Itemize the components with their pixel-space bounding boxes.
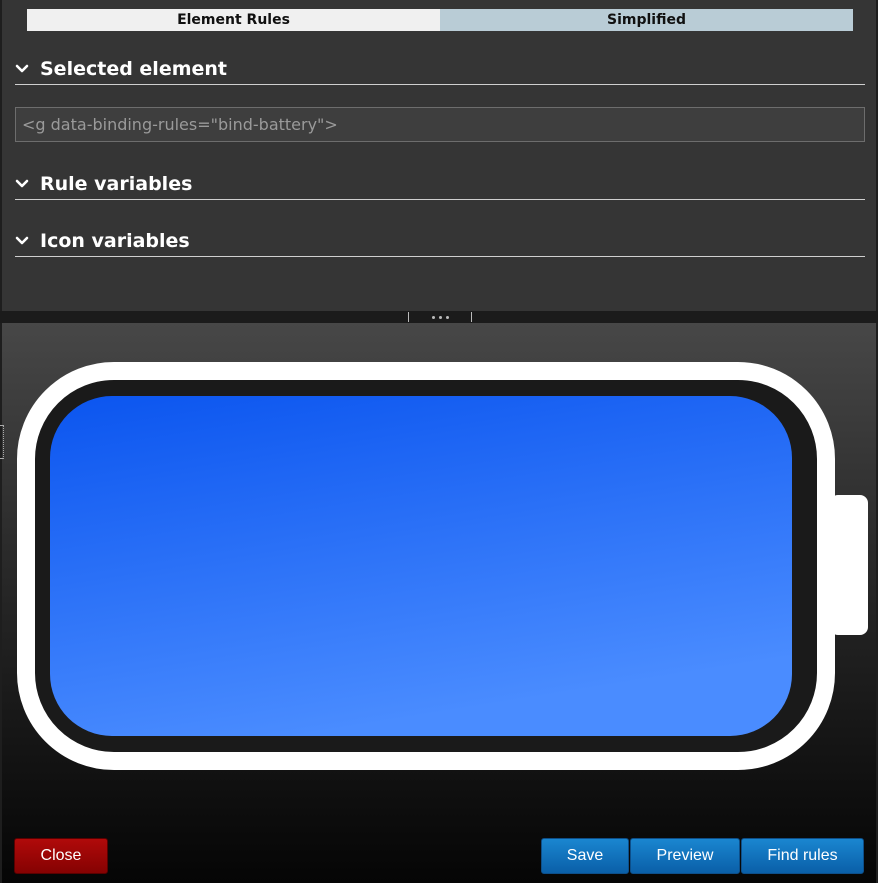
tab-simplified[interactable]: Simplified: [440, 9, 853, 31]
chevron-down-icon: [15, 236, 37, 246]
save-button[interactable]: Save: [541, 838, 629, 874]
section-icon-variables[interactable]: Icon variables: [15, 226, 865, 257]
section-label: Selected element: [40, 58, 227, 80]
side-resize-handle[interactable]: [0, 425, 4, 459]
tab-element-rules[interactable]: Element Rules: [27, 9, 440, 31]
battery-terminal: [830, 495, 868, 635]
section-rule-variables[interactable]: Rule variables: [15, 169, 865, 200]
chevron-down-icon: [15, 179, 37, 189]
panel-splitter[interactable]: [0, 311, 878, 323]
rules-panel: Element Rules Simplified Selected elemen…: [2, 0, 876, 311]
find-rules-button[interactable]: Find rules: [741, 838, 864, 874]
section-label: Icon variables: [40, 230, 190, 252]
chevron-down-icon: [15, 64, 37, 74]
battery-fill: [50, 396, 792, 736]
splitter-grip-icon[interactable]: [408, 312, 472, 322]
tab-bar: Element Rules Simplified: [27, 9, 853, 31]
rules-editor-window: Element Rules Simplified Selected elemen…: [0, 0, 878, 883]
battery-icon: [17, 362, 868, 770]
close-button[interactable]: Close: [14, 838, 108, 874]
preview-canvas: [2, 323, 876, 883]
preview-button[interactable]: Preview: [630, 838, 740, 874]
section-selected-element[interactable]: Selected element: [15, 54, 865, 85]
selected-element-field[interactable]: <g data-binding-rules="bind-battery">: [15, 107, 865, 142]
section-label: Rule variables: [40, 173, 193, 195]
